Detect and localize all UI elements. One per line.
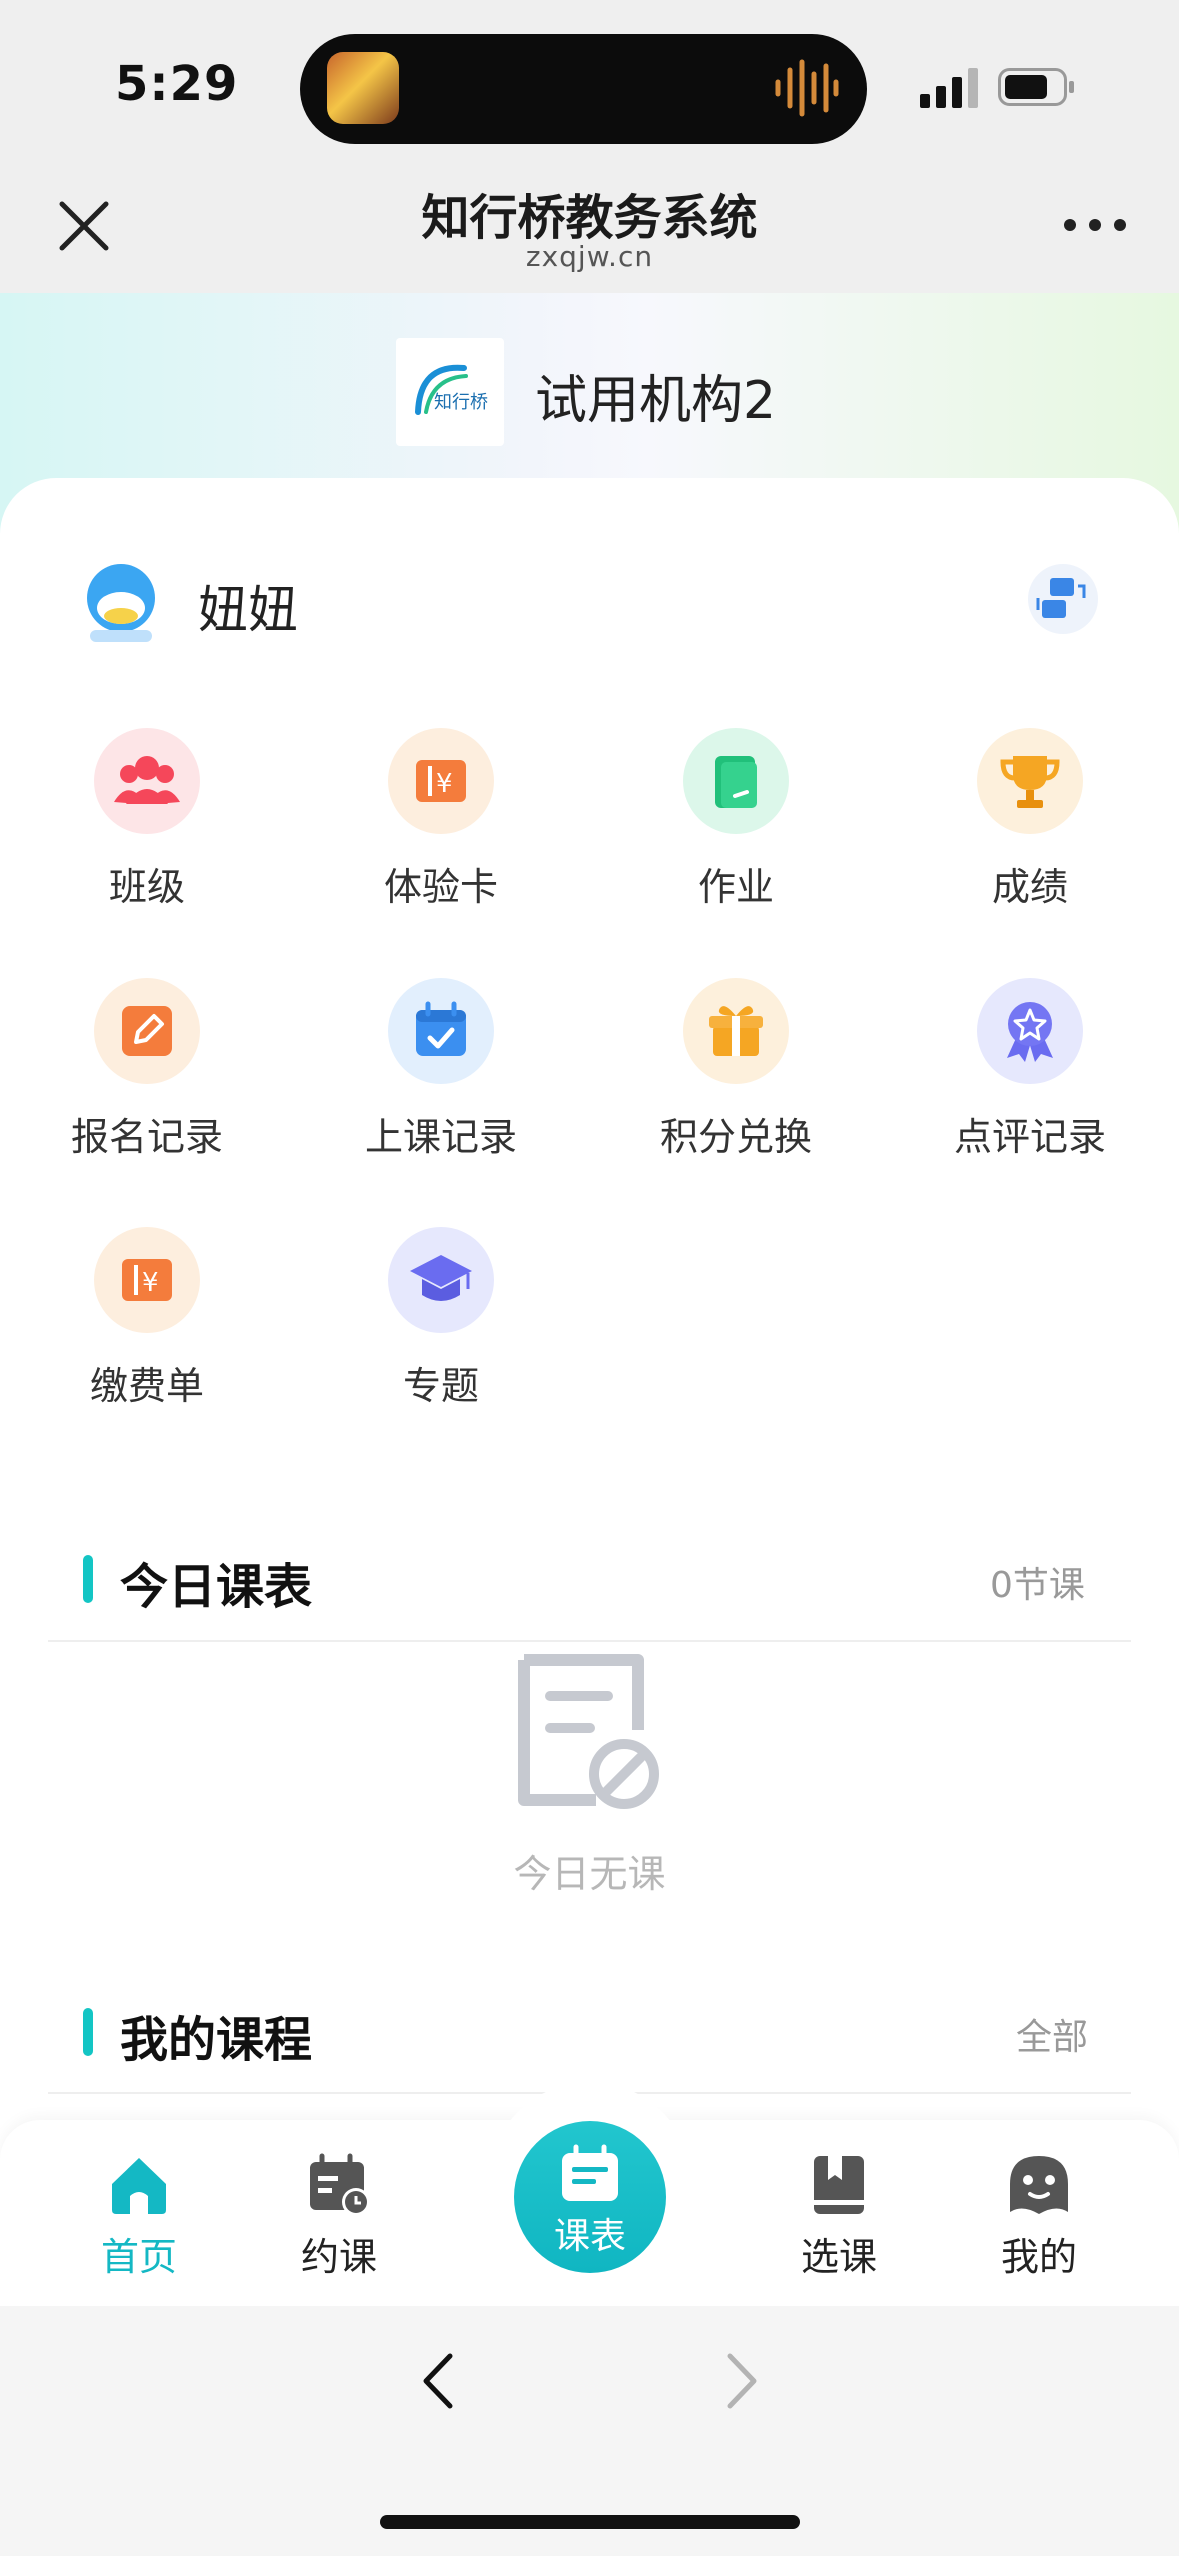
menu-icon-bg: [94, 728, 200, 834]
menu-item-class[interactable]: 班级: [27, 728, 267, 928]
switch-icon: [1036, 578, 1086, 618]
org-logo-text: 知行桥: [434, 392, 488, 413]
tab-schedule[interactable]: 课表: [514, 2121, 666, 2273]
menu-icon-bg: [683, 728, 789, 834]
menu-item-topics[interactable]: 专题: [321, 1227, 561, 1427]
menu-label: 积分兑换: [659, 1115, 812, 1159]
audio-wave-icon: [775, 59, 839, 117]
menu-item-payment-bills[interactable]: ¥ 缴费单: [27, 1227, 267, 1427]
tab-label: 课表: [553, 2216, 626, 2257]
tab-label: 我的: [1000, 2235, 1077, 2279]
tab-course-select[interactable]: 选课: [764, 2150, 914, 2290]
more-icon[interactable]: [1060, 200, 1130, 250]
book-icon: [715, 756, 757, 808]
menu-item-enroll-records[interactable]: 报名记录: [27, 978, 267, 1178]
menu-label: 报名记录: [70, 1115, 223, 1159]
medal-icon: [1007, 1002, 1053, 1062]
gift-icon: [709, 1006, 763, 1056]
back-icon[interactable]: [410, 2346, 470, 2416]
menu-label: 点评记录: [953, 1115, 1106, 1159]
bookmark-book-icon: [814, 2156, 864, 2214]
svg-text:¥: ¥: [436, 769, 453, 799]
home-indicator: [380, 2515, 800, 2529]
menu-icon-bg: [388, 1227, 494, 1333]
org-name: 试用机构2: [535, 371, 777, 431]
org-logo: 知行桥: [396, 338, 504, 446]
page-title: 知行桥教务系统: [421, 190, 758, 246]
graduation-cap-icon: [410, 1255, 472, 1301]
user-icon: [1010, 2156, 1068, 2214]
calendar-clock-icon: [310, 2153, 370, 2216]
today-schedule-title: 今日课表: [120, 1559, 313, 1615]
menu-icon-bg: [977, 978, 1083, 1084]
forward-icon[interactable]: [710, 2346, 770, 2416]
view-all-link[interactable]: 全部: [1016, 2008, 1088, 2060]
divider: [48, 1640, 1131, 1642]
app-icon: [327, 52, 399, 124]
menu-icon-bg: [683, 978, 789, 1084]
tab-label: 选课: [800, 2235, 877, 2279]
menu-label: 作业: [697, 865, 774, 909]
menu-item-homework[interactable]: 作业: [616, 728, 856, 928]
menu-item-grades[interactable]: 成绩: [910, 728, 1150, 928]
ticket-icon: ¥: [416, 760, 466, 802]
switch-student-button[interactable]: [1028, 564, 1098, 634]
menu-icon-bg: ¥: [388, 728, 494, 834]
menu-item-class-records[interactable]: 上课记录: [321, 978, 561, 1178]
signal-icon: [920, 68, 978, 108]
tab-home[interactable]: 首页: [64, 2150, 214, 2290]
tab-label: 约课: [300, 2235, 377, 2279]
avatar: [87, 564, 155, 642]
menu-icon-bg: [977, 728, 1083, 834]
menu-icon-bg: [94, 978, 200, 1084]
menu-item-trial-card[interactable]: ¥ 体验卡: [321, 728, 561, 928]
edit-icon: [122, 1006, 172, 1056]
my-courses-title: 我的课程: [120, 2012, 313, 2068]
menu-label: 体验卡: [383, 865, 498, 909]
trophy-icon: [1000, 756, 1060, 808]
section-accent-bar: [83, 2008, 93, 2056]
home-icon: [112, 2158, 166, 2214]
tab-booking[interactable]: 约课: [264, 2150, 414, 2290]
calendar-icon: [562, 2144, 618, 2201]
tab-label: 首页: [100, 2235, 177, 2279]
calendar-check-icon: [416, 1001, 466, 1056]
menu-item-review-records[interactable]: 点评记录: [910, 978, 1150, 1178]
page-url: zxqjw.cn: [525, 240, 654, 273]
tab-mine[interactable]: 我的: [964, 2150, 1114, 2290]
menu-item-points-exchange[interactable]: 积分兑换: [616, 978, 856, 1178]
battery-icon: [998, 68, 1074, 106]
people-icon: [114, 756, 180, 804]
empty-state-text: 今日无课: [513, 1852, 666, 1896]
menu-label: 上课记录: [364, 1115, 517, 1159]
menu-icon-bg: [388, 978, 494, 1084]
status-time: 5:29: [115, 56, 239, 112]
menu-label: 缴费单: [89, 1364, 204, 1408]
menu-icon-bg: ¥: [94, 1227, 200, 1333]
ticket-icon: ¥: [122, 1259, 172, 1301]
user-name: 妞妞: [198, 581, 298, 639]
svg-text:¥: ¥: [142, 1268, 159, 1298]
today-class-count: 0节课: [990, 1565, 1085, 1606]
menu-label: 成绩: [991, 865, 1068, 909]
menu-label: 专题: [402, 1364, 479, 1408]
section-accent-bar: [83, 1555, 93, 1603]
menu-label: 班级: [108, 865, 185, 909]
no-class-icon: [518, 1654, 659, 1809]
